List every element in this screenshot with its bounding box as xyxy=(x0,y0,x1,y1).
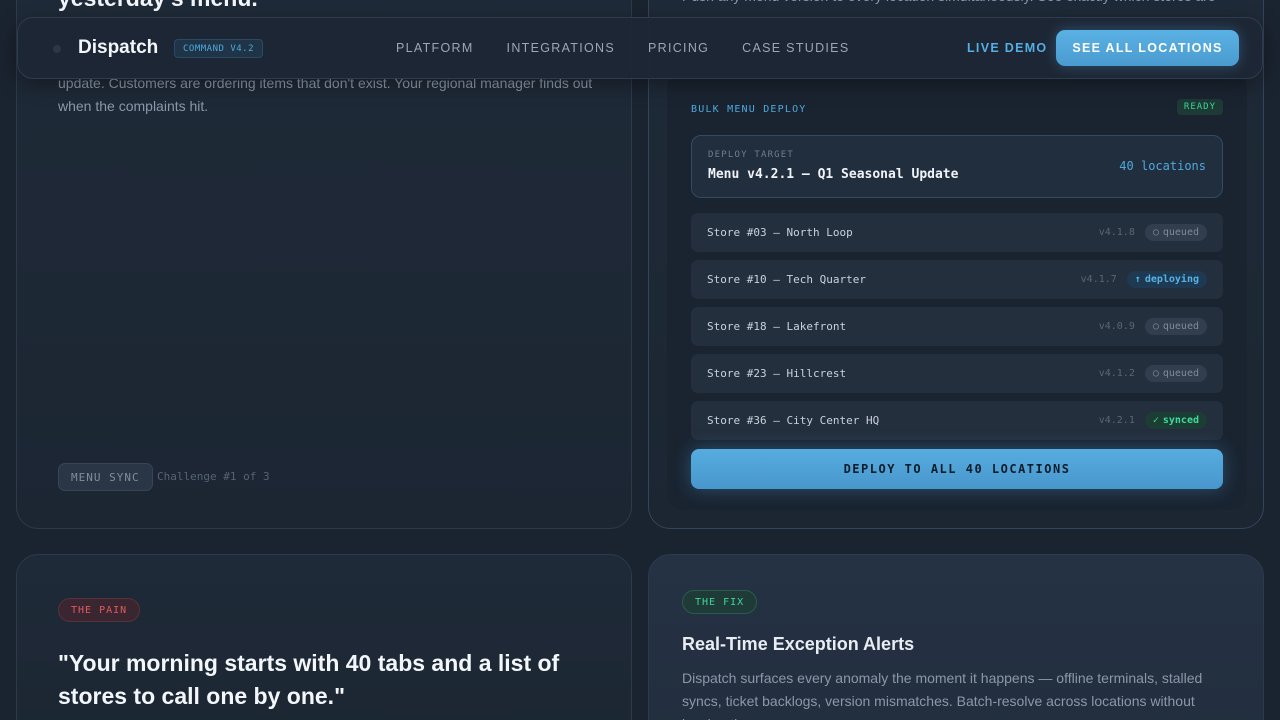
fix-title: Real-Time Exception Alerts xyxy=(682,634,915,654)
check-icon: ✓ xyxy=(1152,414,1159,426)
nav-link-platform[interactable]: PLATFORM xyxy=(396,41,474,55)
store-version: v4.0.9 xyxy=(1098,320,1135,332)
menu-sync-tag: MENU SYNC xyxy=(58,463,153,491)
nav-link-case-studies[interactable]: CASE STUDIES xyxy=(742,41,849,55)
solution-card: Push any menu version to every location … xyxy=(648,0,1264,529)
see-all-locations-button[interactable]: SEE ALL LOCATIONS xyxy=(1056,30,1239,66)
deploy-target-label: DEPLOY TARGET xyxy=(708,150,795,160)
store-name: Store #18 — Lakefront xyxy=(707,320,847,333)
fix-card: THE FIX Real-Time Exception Alerts Dispa… xyxy=(648,554,1264,720)
live-demo-link[interactable]: LIVE DEMO xyxy=(967,41,1047,55)
deploy-all-button[interactable]: DEPLOY TO ALL 40 LOCATIONS xyxy=(691,449,1223,489)
panel-title: BULK MENU DEPLOY xyxy=(691,104,807,115)
challenge-counter: Challenge #1 of 3 xyxy=(157,470,270,483)
store-name: Store #10 — Tech Quarter xyxy=(707,273,866,286)
store-status-badge: ↑ deploying xyxy=(1126,270,1207,288)
store-status-badge: ○ queued xyxy=(1144,317,1207,335)
challenge-title: yesterday's menu." xyxy=(58,0,269,12)
version-badge: COMMAND V4.2 xyxy=(174,39,264,58)
solution-body: Push any menu version to every location … xyxy=(682,0,1242,8)
store-row[interactable]: Store #23 — Hillcrest v4.1.2 ○ queued xyxy=(691,354,1223,393)
pain-quote: "Your morning starts with 40 tabs and a … xyxy=(58,650,560,709)
store-version: v4.2.1 xyxy=(1098,414,1135,426)
nav-link-integrations[interactable]: INTEGRATIONS xyxy=(507,41,615,55)
store-row[interactable]: Store #03 — North Loop v4.1.8 ○ queued xyxy=(691,213,1223,252)
bulk-deploy-panel: BULK MENU DEPLOY READY DEPLOY TARGET Men… xyxy=(667,72,1247,510)
pain-tag: THE PAIN xyxy=(58,598,141,622)
store-version: v4.1.2 xyxy=(1098,367,1135,379)
queued-icon: ○ xyxy=(1152,226,1159,238)
status-badge: READY xyxy=(1176,99,1223,115)
store-name: Store #23 — Hillcrest xyxy=(707,367,847,380)
top-navbar: Dispatch COMMAND V4.2 PLATFORM INTEGRATI… xyxy=(17,17,1263,79)
store-row[interactable]: Store #36 — City Center HQ v4.2.1 ✓ synce… xyxy=(691,401,1223,440)
store-row[interactable]: Store #10 — Tech Quarter v4.1.7 ↑ deployi… xyxy=(691,260,1223,299)
queued-icon: ○ xyxy=(1152,367,1159,379)
deploy-target-count: 40 locations xyxy=(1119,159,1206,173)
store-status-badge: ✓ synced xyxy=(1144,411,1207,429)
fix-body: Dispatch surfaces every anomaly the mome… xyxy=(682,670,1203,720)
store-name: Store #03 — North Loop xyxy=(707,226,853,239)
brand-logo[interactable]: Dispatch xyxy=(78,37,158,59)
nav-links: PLATFORM INTEGRATIONS PRICING CASE STUDI… xyxy=(396,41,882,55)
store-row[interactable]: Store #18 — Lakefront v4.0.9 ○ queued xyxy=(691,307,1223,346)
store-version: v4.1.8 xyxy=(1098,226,1135,238)
fix-tag: THE FIX xyxy=(682,590,758,614)
challenge-card: yesterday's menu." update. Customers are… xyxy=(16,0,632,529)
deploy-target[interactable]: DEPLOY TARGET Menu v4.2.1 — Q1 Seasonal … xyxy=(691,135,1223,198)
queued-icon: ○ xyxy=(1152,320,1159,332)
pain-card: THE PAIN "Your morning starts with 40 ta… xyxy=(16,554,632,720)
nav-link-pricing[interactable]: PRICING xyxy=(648,41,709,55)
upload-arrow-icon: ↑ xyxy=(1134,273,1141,285)
store-version: v4.1.7 xyxy=(1080,273,1117,285)
store-status-badge: ○ queued xyxy=(1144,223,1207,241)
store-status-badge: ○ queued xyxy=(1144,364,1207,382)
deploy-target-value: Menu v4.2.1 — Q1 Seasonal Update xyxy=(708,167,959,182)
brand-dot-icon xyxy=(53,45,61,53)
store-name: Store #36 — City Center HQ xyxy=(707,414,880,427)
